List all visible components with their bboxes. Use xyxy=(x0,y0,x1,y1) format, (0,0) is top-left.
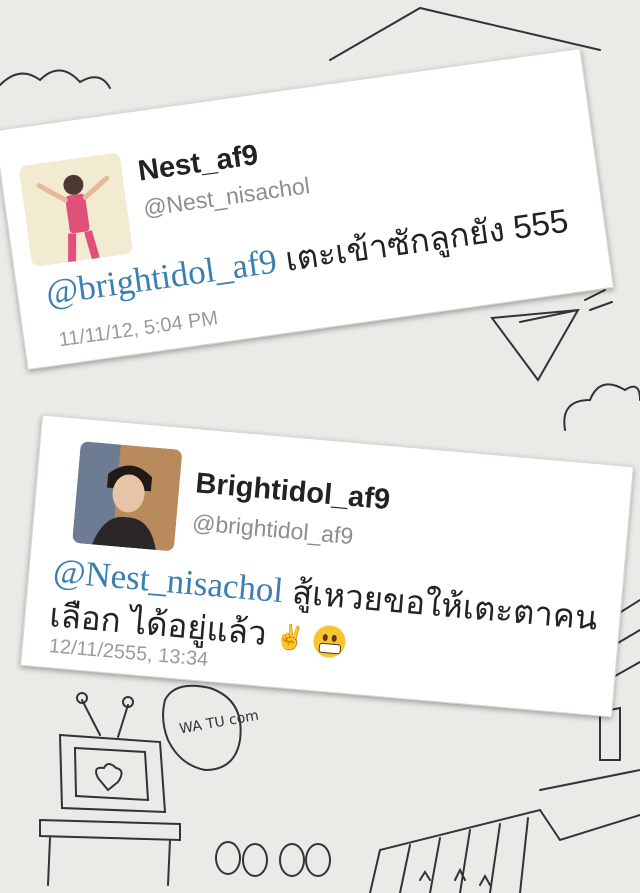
tweet-card: Brightidol_af9 @brightidol_af9 @Nest_nis… xyxy=(20,414,634,718)
tweet-body: เตะเข้าซักลูกยัง 555 xyxy=(273,201,571,280)
avatar-photo xyxy=(72,441,183,552)
avatar[interactable] xyxy=(18,152,134,268)
timestamp[interactable]: 11/11/12, 5:04 PM xyxy=(57,307,219,352)
tweet-text: @Nest_nisachol สู้เหวยขอให้เตะตาคน เลือก… xyxy=(48,549,600,687)
peace-sign-icon: ✌ xyxy=(274,623,307,653)
avatar-photo xyxy=(18,152,134,268)
user-handle[interactable]: @brightidol_af9 xyxy=(191,509,354,550)
speech-bubble-text: WA TU com xyxy=(178,708,260,738)
grinning-face-icon xyxy=(311,624,347,660)
avatar[interactable] xyxy=(72,441,183,552)
display-name[interactable]: Brightidol_af9 xyxy=(194,467,391,517)
